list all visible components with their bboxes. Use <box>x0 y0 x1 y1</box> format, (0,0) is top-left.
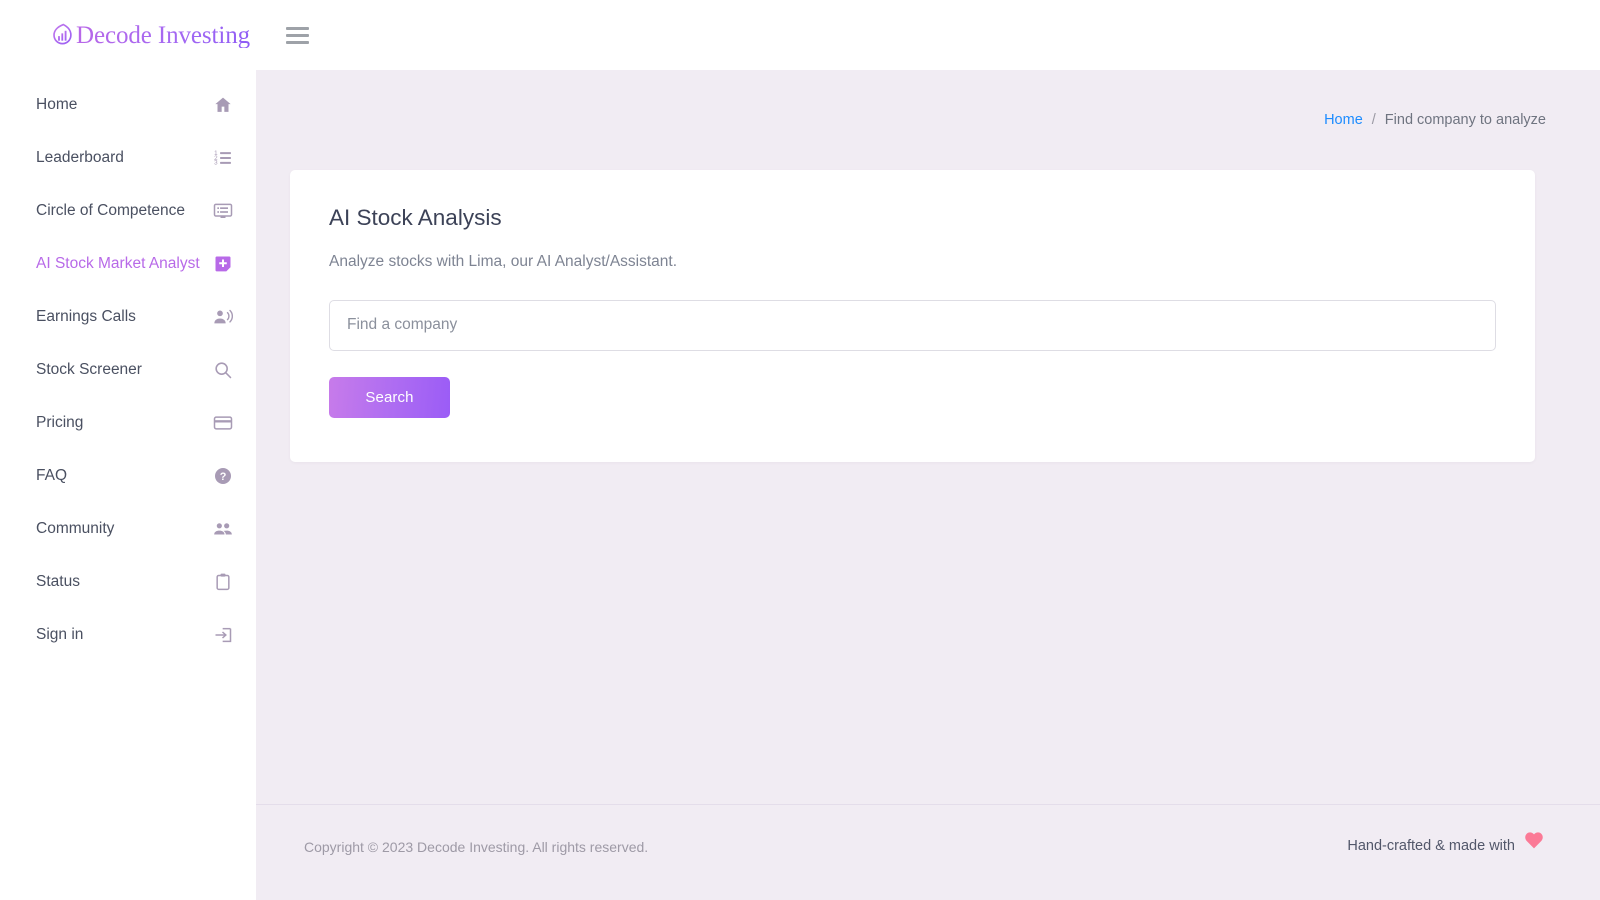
clipboard-icon <box>213 572 233 592</box>
person-speaking-icon <box>213 307 233 327</box>
footer: Copyright © 2023 Decode Investing. All r… <box>256 804 1600 900</box>
people-group-icon <box>213 519 233 539</box>
breadcrumb-home-link[interactable]: Home <box>1324 112 1363 128</box>
hamburger-menu-icon[interactable] <box>286 22 312 48</box>
brand-logo-link[interactable]: Decode Investing <box>52 23 250 48</box>
sidebar-item-home[interactable]: Home <box>0 78 256 131</box>
breadcrumb-current: Find company to analyze <box>1385 112 1546 128</box>
sidebar-item-faq[interactable]: FAQ ? <box>0 449 256 502</box>
sidebar-item-label: AI Stock Market Analyst <box>36 256 200 272</box>
monitor-list-icon <box>213 201 233 221</box>
hamburger-bar <box>286 34 309 37</box>
sidebar-item-label: Home <box>36 97 77 113</box>
search-icon <box>213 360 233 380</box>
svg-text:?: ? <box>220 471 227 483</box>
login-arrow-icon <box>213 625 233 645</box>
sidebar-item-label: Leaderboard <box>36 150 124 166</box>
page-title: AI Stock Analysis <box>329 204 1496 231</box>
sidebar-item-label: Community <box>36 521 114 537</box>
numbered-list-icon: 1 2 3 <box>213 148 233 168</box>
hamburger-bar <box>286 27 309 30</box>
ai-stock-analysis-card: AI Stock Analysis Analyze stocks with Li… <box>290 170 1535 462</box>
made-with-text: Hand-crafted & made with <box>1347 839 1515 854</box>
svg-text:3: 3 <box>214 159 218 166</box>
page-content: Home / Find company to analyze AI Stock … <box>256 70 1600 804</box>
note-add-icon <box>213 254 233 274</box>
topbar <box>256 0 1600 70</box>
breadcrumb: Home / Find company to analyze <box>290 70 1566 170</box>
sidebar-item-status[interactable]: Status <box>0 555 256 608</box>
copyright-text: Copyright © 2023 Decode Investing. All r… <box>304 840 648 854</box>
sidebar-item-pricing[interactable]: Pricing <box>0 396 256 449</box>
sidebar-nav: Home Leaderboard 1 2 3 Circle of Compete… <box>0 70 256 661</box>
breadcrumb-separator: / <box>1372 112 1376 128</box>
sidebar-item-label: Earnings Calls <box>36 309 136 325</box>
sidebar-item-label: FAQ <box>36 468 67 484</box>
search-input[interactable] <box>329 300 1496 351</box>
sidebar: Decode Investing Home Leaderboard 1 2 3 <box>0 0 256 900</box>
sidebar-item-ai-stock-market-analyst[interactable]: AI Stock Market Analyst <box>0 237 256 290</box>
hamburger-bar <box>286 41 309 44</box>
sidebar-item-label: Sign in <box>36 627 83 643</box>
help-circle-icon: ? <box>213 466 233 486</box>
sidebar-item-label: Pricing <box>36 415 83 431</box>
decode-investing-logo-icon <box>52 23 74 47</box>
sidebar-item-community[interactable]: Community <box>0 502 256 555</box>
sidebar-item-leaderboard[interactable]: Leaderboard 1 2 3 <box>0 131 256 184</box>
brand-header: Decode Investing <box>0 0 256 70</box>
sidebar-item-label: Status <box>36 574 80 590</box>
sidebar-item-circle-of-competence[interactable]: Circle of Competence <box>0 184 256 237</box>
app-root: Decode Investing Home Leaderboard 1 2 3 <box>0 0 1600 900</box>
brand-name: Decode Investing <box>76 23 250 48</box>
sidebar-item-sign-in[interactable]: Sign in <box>0 608 256 661</box>
home-icon <box>213 95 233 115</box>
credit-card-icon <box>213 413 233 433</box>
page-subtitle: Analyze stocks with Lima, our AI Analyst… <box>329 251 1496 273</box>
search-button[interactable]: Search <box>329 377 450 418</box>
main-region: Home / Find company to analyze AI Stock … <box>256 0 1600 900</box>
sidebar-item-stock-screener[interactable]: Stock Screener <box>0 343 256 396</box>
sidebar-item-label: Circle of Competence <box>36 203 185 219</box>
sidebar-item-label: Stock Screener <box>36 362 142 378</box>
made-with-love: Hand-crafted & made with <box>1347 831 1566 854</box>
heart-icon <box>1524 831 1544 849</box>
sidebar-item-earnings-calls[interactable]: Earnings Calls <box>0 290 256 343</box>
